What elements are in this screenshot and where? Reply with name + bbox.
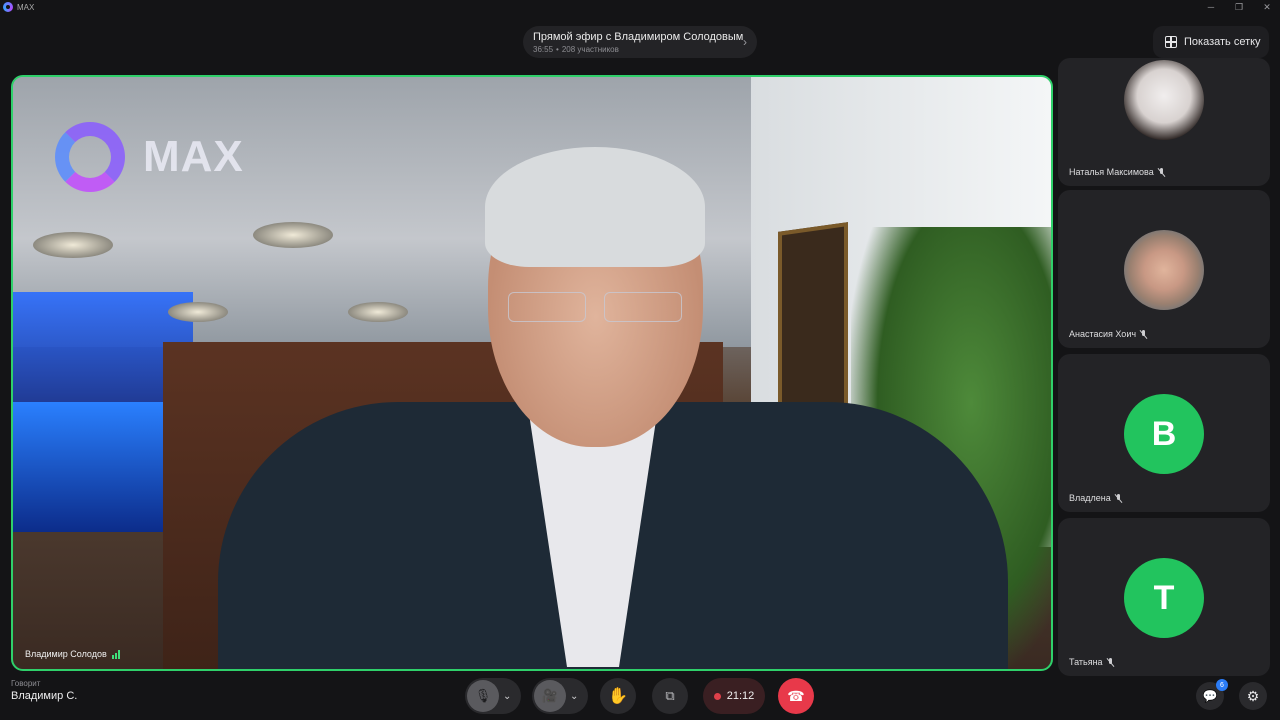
hand-icon: ✋ xyxy=(608,688,628,705)
avatar xyxy=(1124,60,1204,140)
separator-dot: • xyxy=(556,45,559,54)
chat-icon: 💬 xyxy=(1202,689,1218,703)
participant-name-row: Наталья Максимова xyxy=(1069,167,1165,177)
gear-icon: ⚙ xyxy=(1246,687,1260,704)
max-logo-icon xyxy=(55,122,125,192)
grid-icon xyxy=(1165,36,1177,48)
call-title: Прямой эфир с Владимиром Солодовым xyxy=(533,31,744,43)
speaking-caption: Говорит xyxy=(11,679,41,688)
speaking-name: Владимир С. xyxy=(11,690,78,702)
ceiling-lamp xyxy=(253,222,333,248)
participant-tile[interactable]: В Владлена xyxy=(1058,354,1270,512)
screen-share-icon: ⧉ xyxy=(665,688,675,703)
speaker-hair xyxy=(485,147,705,267)
record-dot-icon xyxy=(713,692,721,700)
call-info-pill[interactable]: Прямой эфир с Владимиром Солодовым 36:55… xyxy=(523,26,757,58)
chevron-down-icon[interactable]: ⌄ xyxy=(570,691,578,702)
avatar xyxy=(1124,230,1204,310)
speaker-label: Владимир Солодов xyxy=(25,649,120,659)
participant-name: Наталья Максимова xyxy=(1069,167,1154,177)
restore-button[interactable]: ❐ xyxy=(1232,2,1246,13)
mic-icon: 🎙 xyxy=(467,680,499,712)
max-logo-icon xyxy=(3,2,13,12)
chevron-right-icon: › xyxy=(743,35,747,49)
mic-button[interactable]: 🎙 ⌄ xyxy=(465,678,521,714)
participants-count: 208 участников xyxy=(561,45,619,54)
participant-name-row: Владлена xyxy=(1069,493,1122,503)
mic-muted-icon xyxy=(1107,657,1114,667)
minimize-button[interactable]: ─ xyxy=(1204,2,1218,12)
ceiling-lamp xyxy=(168,302,228,322)
max-watermark: MAX xyxy=(55,122,244,192)
avatar: В xyxy=(1124,394,1204,474)
end-call-button[interactable]: ☎ xyxy=(778,678,814,714)
phone-hangup-icon: ☎ xyxy=(787,687,805,704)
participant-name-row: Анастасия Хоич xyxy=(1069,329,1147,339)
screen-share-button[interactable]: ⧉ xyxy=(652,678,688,714)
chevron-down-icon[interactable]: ⌄ xyxy=(503,691,511,702)
signal-strength-icon xyxy=(111,649,120,659)
participant-name: Татьяна xyxy=(1069,657,1103,667)
participant-name: Анастасия Хоич xyxy=(1069,329,1137,339)
participant-tile[interactable]: Наталья Максимова xyxy=(1058,58,1270,186)
close-button[interactable]: ✕ xyxy=(1260,2,1274,13)
chat-badge: 6 xyxy=(1216,679,1228,691)
ceiling-lamp xyxy=(33,232,113,258)
ceiling-lamp xyxy=(348,302,408,322)
settings-button[interactable]: ⚙ xyxy=(1239,682,1267,710)
avatar: Т xyxy=(1124,558,1204,638)
window-controls: ─ ❐ ✕ xyxy=(1204,0,1274,14)
participant-name-row: Татьяна xyxy=(1069,657,1114,667)
main-video-tile[interactable]: MAX Владимир Солодов xyxy=(11,75,1053,671)
participant-tile[interactable]: Анастасия Хоич xyxy=(1058,190,1270,348)
app-name: MAX xyxy=(17,2,35,12)
participant-name: Владлена xyxy=(1069,493,1111,503)
raise-hand-button[interactable]: ✋ xyxy=(600,678,636,714)
recording-indicator[interactable]: 21:12 xyxy=(703,678,765,714)
call-subtitle: 36:55 • 208 участников xyxy=(533,45,747,54)
video-painting xyxy=(778,222,848,422)
show-grid-label: Показать сетку xyxy=(1184,36,1261,48)
mic-muted-icon xyxy=(1158,167,1165,177)
watermark-text: MAX xyxy=(143,132,244,181)
call-duration: 36:55 xyxy=(533,45,554,54)
show-grid-button[interactable]: Показать сетку xyxy=(1153,26,1269,58)
title-bar: MAX ─ ❐ ✕ xyxy=(0,0,1280,14)
record-time: 21:12 xyxy=(726,690,755,702)
participant-tile[interactable]: Т Татьяна xyxy=(1058,518,1270,676)
mic-muted-icon xyxy=(1140,329,1147,339)
mic-muted-icon xyxy=(1115,493,1122,503)
camera-icon: 🎥 xyxy=(534,680,566,712)
speaker-name: Владимир Солодов xyxy=(25,649,107,659)
speaker-glasses xyxy=(508,292,683,322)
camera-button[interactable]: 🎥 ⌄ xyxy=(532,678,588,714)
video-aquarium xyxy=(13,402,163,532)
